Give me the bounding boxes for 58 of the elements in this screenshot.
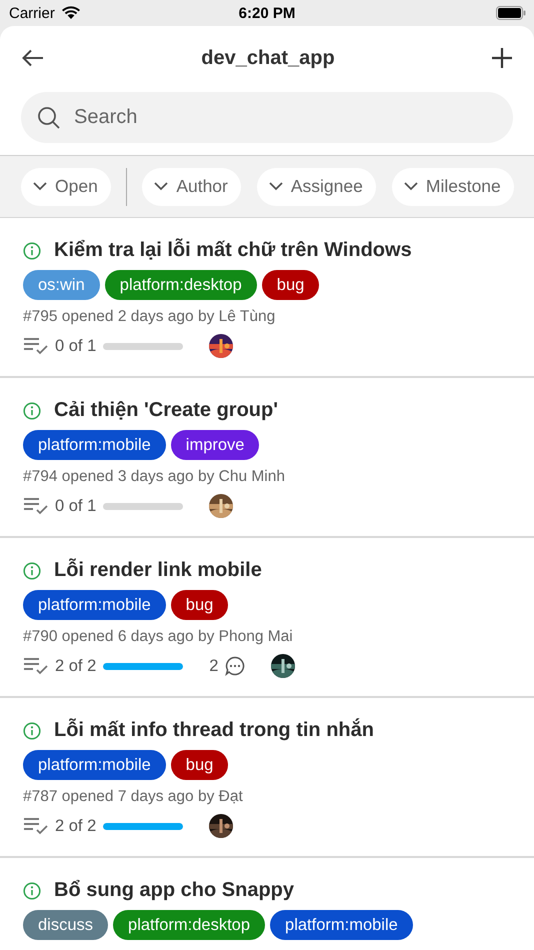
filter-chip[interactable]: Assignee (256, 168, 376, 206)
task-count: 2 of 2 (55, 816, 96, 836)
issue-title: Cải thiện 'Create group' (54, 399, 278, 422)
open-issue-icon (23, 562, 41, 580)
issue-title: Lỗi render link mobile (54, 559, 262, 582)
issue-label: platform:mobile (270, 910, 413, 940)
comment-count: 2 (209, 656, 218, 676)
issue-title: Lỗi mất info thread trong tin nhắn (54, 719, 374, 742)
chevron-down-icon (404, 182, 418, 191)
issue-label: bug (170, 750, 228, 780)
chevron-down-icon (33, 182, 47, 191)
issue-label: platform:desktop (104, 270, 257, 300)
open-issue-icon (23, 402, 41, 420)
open-issue-icon (23, 882, 41, 900)
issue-row[interactable]: Lỗi mất info thread trong tin nhắn platform:mobile bug #787 opened 7 days ago by Đạt 2 of 2 (0, 698, 534, 858)
filter-chip[interactable]: Author (142, 168, 241, 206)
issue-label: bug (262, 270, 320, 300)
issue-meta: #794 opened 3 days ago by Chu Minh (23, 468, 286, 486)
carrier-label: Carrier (9, 4, 55, 22)
clock-time: 6:20 PM (238, 4, 296, 22)
open-issue-icon (23, 242, 41, 260)
issue-label: discuss (23, 910, 108, 940)
checklist-icon (23, 817, 49, 835)
search-icon (37, 106, 61, 130)
issue-label: improve (170, 430, 260, 460)
issue-label: platform:mobile (23, 430, 166, 460)
checklist-icon (23, 497, 49, 515)
issue-row[interactable]: Bổ sung app cho Snappy discuss platform:desktop platform:mobile (0, 858, 534, 950)
back-icon[interactable] (22, 49, 44, 67)
battery-icon (496, 6, 526, 20)
wifi-icon (60, 6, 81, 20)
comment-icon (225, 656, 246, 676)
issue-row[interactable]: Lỗi render link mobile platform:mobile bug #790 opened 6 days ago by Phong Mai 2 of 2 2 (0, 538, 534, 698)
page-title: dev_chat_app (201, 46, 335, 70)
chevron-down-icon (268, 182, 283, 191)
add-icon[interactable] (492, 48, 512, 68)
issue-row[interactable]: Cải thiện 'Create group' platform:mobile improve #794 opened 3 days ago by Chu Minh 0 of 1 (0, 378, 534, 538)
issue-label: bug (170, 590, 228, 620)
issue-title: Kiểm tra lại lỗi mất chữ trên Windows (54, 239, 412, 262)
chevron-down-icon (154, 182, 168, 191)
task-count: 0 of 1 (55, 336, 96, 356)
issue-meta: #795 opened 2 days ago by Lê Tùng (23, 308, 276, 326)
issue-label: platform:desktop (113, 910, 266, 940)
issue-label: os:win (23, 270, 100, 300)
issue-label: platform:mobile (23, 750, 166, 780)
task-count: 2 of 2 (55, 656, 96, 676)
open-issue-icon (23, 722, 41, 740)
issue-title: Bổ sung app cho Snappy (54, 879, 294, 902)
issue-meta: #787 opened 7 days ago by Đạt (23, 788, 244, 806)
issue-label: platform:mobile (23, 590, 166, 620)
issue-row[interactable]: Kiểm tra lại lỗi mất chữ trên Windows os:win platform:desktop bug #795 opened 2 days ago by Lê Tùng 0 of 1 (0, 218, 534, 378)
issue-meta: #790 opened 6 days ago by Phong Mai (23, 628, 294, 646)
search-field[interactable]: Search (21, 92, 513, 143)
filter-chip[interactable]: Open (21, 168, 111, 206)
checklist-icon (23, 657, 49, 675)
task-count: 0 of 1 (55, 496, 96, 516)
checklist-icon (23, 337, 49, 355)
filter-chip[interactable]: Milestone (392, 168, 514, 206)
